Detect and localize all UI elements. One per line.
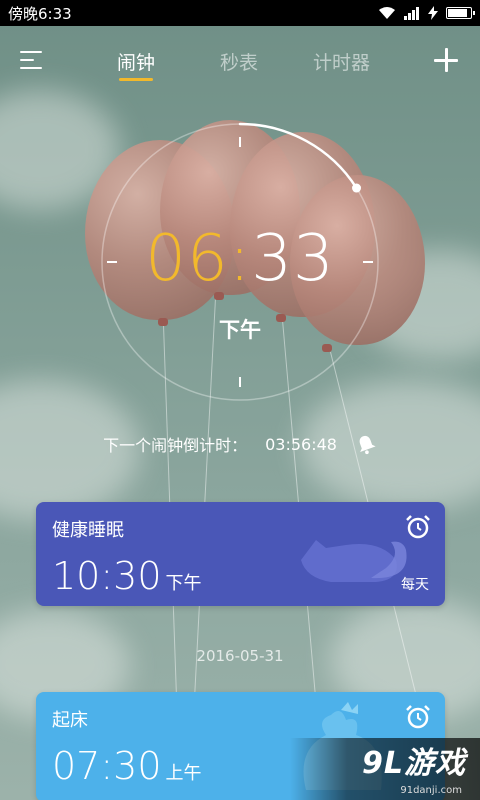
current-time: 06:33: [0, 222, 480, 296]
next-alarm-countdown: 下一个闹钟倒计时： 03:56:48: [0, 432, 480, 456]
add-icon[interactable]: [434, 48, 458, 72]
menu-icon[interactable]: [20, 51, 44, 71]
wifi-icon: [379, 7, 395, 19]
current-period: 下午: [219, 318, 261, 342]
alarm-title: 健康睡眠: [52, 520, 124, 541]
top-nav: 闹钟 秒表 计时器: [0, 26, 480, 96]
alarm-time: 10:30 下午: [52, 554, 202, 598]
tab-timer[interactable]: 计时器: [313, 48, 370, 75]
alarm-clock-icon[interactable]: [405, 514, 431, 540]
date-separator: 2016-05-31: [196, 647, 284, 665]
tab-alarm[interactable]: 闹钟: [117, 48, 155, 75]
tab-stopwatch[interactable]: 秒表: [220, 48, 258, 75]
watermark-url: 91danji.com: [400, 785, 462, 796]
alarm-time-value: 10:30: [52, 554, 162, 598]
alarm-period: 下午: [165, 573, 202, 594]
alarm-card-sleep[interactable]: 健康睡眠 10:30 下午 每天: [36, 502, 445, 606]
charging-icon: [428, 6, 438, 20]
seconds-progress-dot: [352, 183, 362, 193]
time-separator: :: [228, 222, 252, 296]
watermark-text: 9L游戏: [362, 746, 466, 781]
next-alarm-label: 下一个闹钟倒计时：: [103, 436, 248, 455]
next-alarm-time: 03:56:48: [265, 434, 337, 454]
current-minute: 33: [251, 222, 335, 296]
alarm-title: 起床: [52, 710, 88, 731]
status-bar: 傍晚6:33: [0, 0, 480, 26]
active-tab-indicator: [119, 78, 153, 81]
signal-icon: [404, 7, 419, 20]
alarm-time: 07:30 上午: [52, 744, 202, 788]
battery-icon: [446, 7, 475, 19]
seconds-progress-arc: [238, 122, 358, 190]
bell-icon: [359, 435, 376, 455]
alarm-clock-icon[interactable]: [405, 704, 431, 730]
alarm-period: 上午: [165, 763, 202, 784]
status-time: 傍晚6:33: [8, 4, 72, 23]
watermark-logo: 9L游戏 91danji.com: [290, 738, 480, 800]
alarm-repeat: 每天: [401, 577, 429, 593]
current-hour: 06: [145, 222, 229, 296]
alarm-time-value: 07:30: [52, 744, 162, 788]
